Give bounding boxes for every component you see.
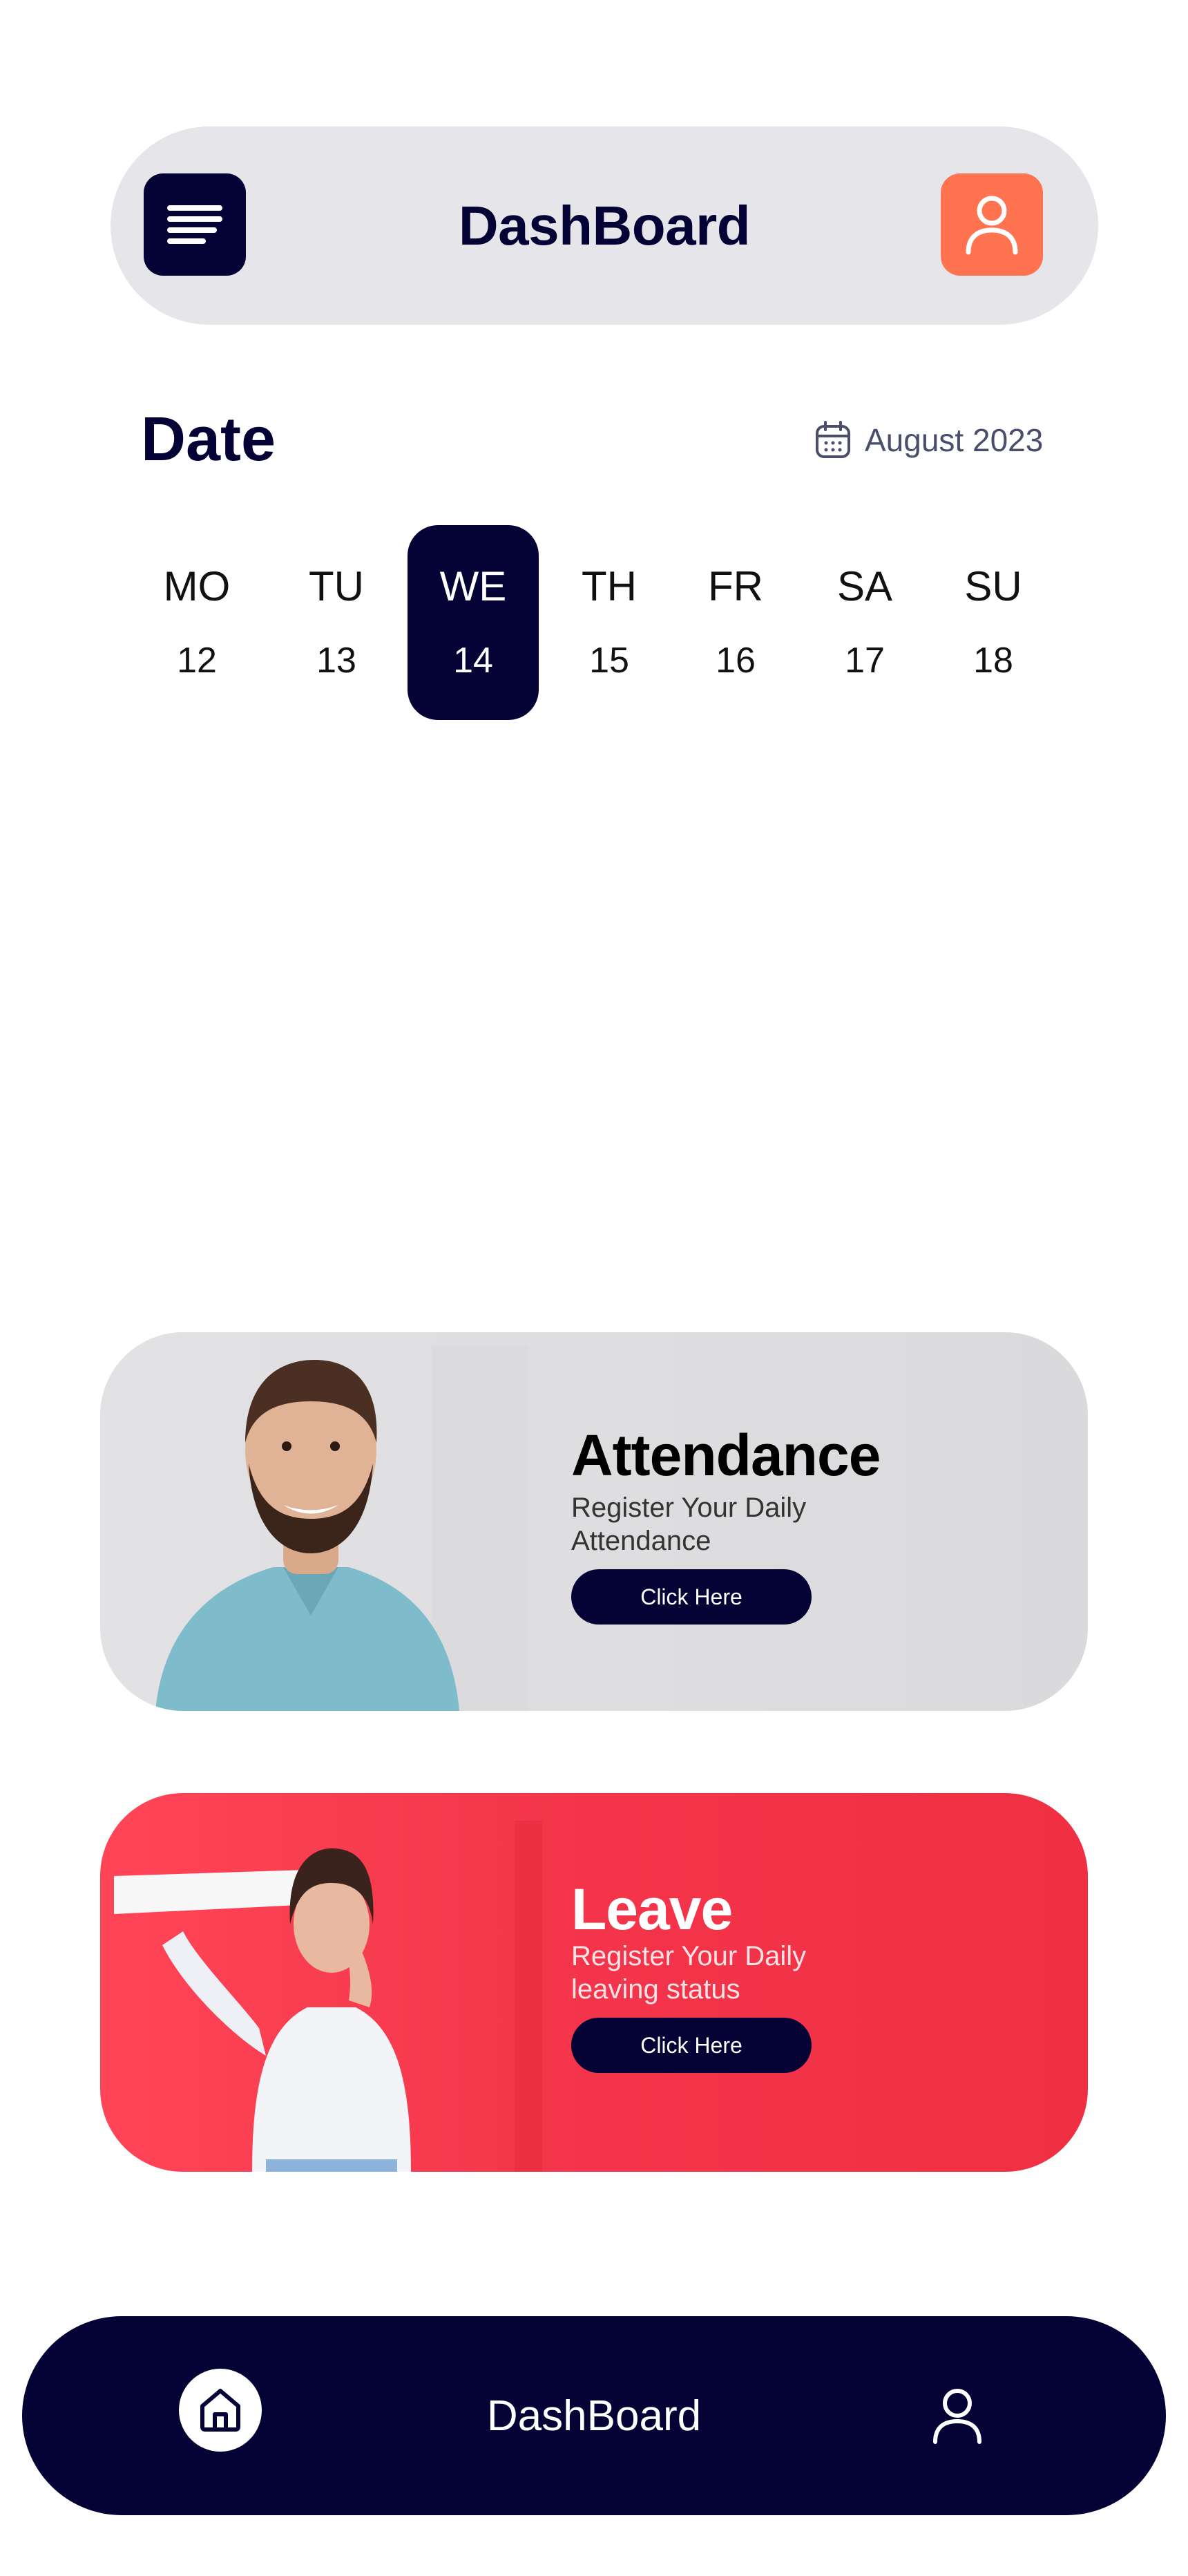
leave-title: Leave <box>571 1877 733 1942</box>
day-su[interactable]: SU 18 <box>928 525 1059 720</box>
day-name: MO <box>163 563 231 609</box>
leave-subtitle: Register Your Daily leaving status <box>571 1941 807 2005</box>
day-number: 17 <box>845 641 885 681</box>
leave-click-button[interactable]: Click Here <box>571 2018 812 2073</box>
attendance-click-button[interactable]: Click Here <box>571 1569 812 1625</box>
day-name: WE <box>439 563 507 609</box>
month-label: August 2023 <box>865 422 1044 458</box>
day-number: 15 <box>589 641 629 681</box>
day-number: 14 <box>453 641 493 681</box>
day-name: SA <box>836 563 893 609</box>
woman-photo <box>114 1821 542 2172</box>
day-fr[interactable]: FR 16 <box>670 525 801 720</box>
day-number: 12 <box>177 641 217 681</box>
day-sa[interactable]: SA 17 <box>799 525 930 720</box>
day-name: FR <box>708 563 763 609</box>
day-we[interactable]: WE 14 <box>408 525 539 720</box>
attendance-card[interactable]: Attendance Register Your Daily Attendanc… <box>100 1332 1088 1711</box>
leave-card[interactable]: Leave Register Your Daily leaving status… <box>100 1793 1088 2172</box>
day-th[interactable]: TH 15 <box>544 525 675 720</box>
bottom-navigation: DashBoard <box>22 2316 1166 2515</box>
day-name: TU <box>309 563 364 609</box>
calendar-icon <box>816 421 850 458</box>
man-photo <box>155 1346 528 1711</box>
month-selector[interactable]: August 2023 <box>815 416 1043 464</box>
user-icon[interactable] <box>931 2387 984 2445</box>
day-number: 13 <box>316 641 356 681</box>
day-number: 18 <box>973 641 1013 681</box>
date-heading: Date <box>141 405 276 474</box>
attendance-title: Attendance <box>571 1423 881 1488</box>
profile-button[interactable] <box>941 173 1043 276</box>
top-header: DashBoard <box>111 126 1098 325</box>
user-icon <box>966 196 1018 255</box>
day-name: SU <box>964 563 1022 609</box>
nav-dashboard-label[interactable]: DashBoard <box>22 2316 1166 2515</box>
attendance-subtitle: Register Your Daily Attendance <box>571 1493 807 1556</box>
day-mo[interactable]: MO 12 <box>131 525 262 720</box>
day-number: 16 <box>716 641 756 681</box>
day-tu[interactable]: TU 13 <box>271 525 402 720</box>
day-name: TH <box>582 563 637 609</box>
